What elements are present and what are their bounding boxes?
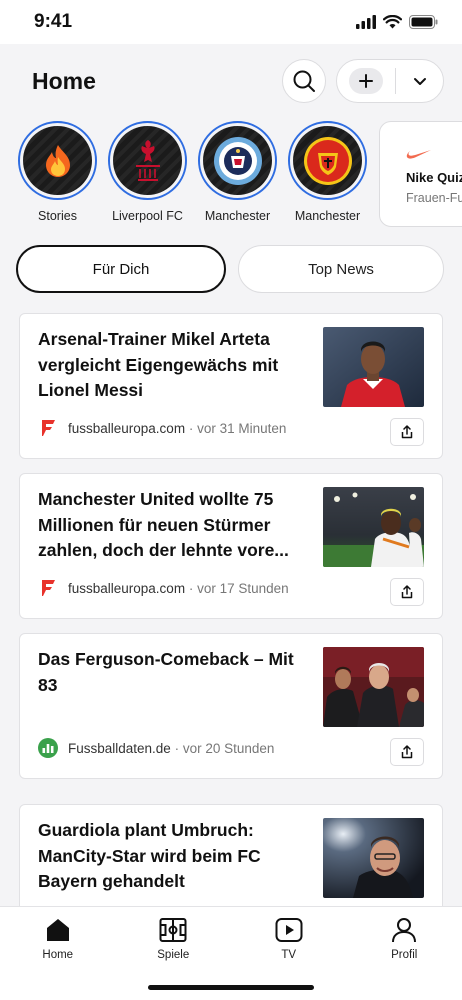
news-headline: Guardiola plant Umbruch: ManCity-Star wi… [38, 820, 261, 891]
story-label: Manchester [204, 209, 271, 223]
news-thumbnail [323, 487, 424, 567]
news-headline: Manchester United wollte 75 Millionen fü… [38, 489, 289, 560]
liverpool-crest-icon [135, 139, 160, 181]
tab-fuer-dich[interactable]: Für Dich [16, 245, 226, 293]
add-button[interactable] [337, 60, 395, 102]
header: Home [0, 59, 462, 103]
news-meta: Fussballdaten.de · vor 20 Stunden [38, 738, 274, 758]
news-thumbnail [323, 327, 424, 407]
fire-icon [45, 144, 70, 177]
tab-top-news[interactable]: Top News [238, 245, 444, 293]
stories-row: Stories Liverpool FC Manchester Manchest… [0, 121, 462, 227]
chevron-down-icon [413, 77, 426, 85]
news-meta: fussballeuropa.com · vor 31 Minuten [38, 418, 286, 438]
home-indicator[interactable] [148, 985, 314, 990]
share-icon [401, 745, 413, 759]
fussballeuropa-logo-icon [42, 420, 55, 436]
nav-label: Home [42, 949, 74, 961]
page-title: Home [32, 67, 96, 94]
wifi-icon [383, 15, 402, 29]
fussballeuropa-logo-icon [42, 580, 55, 596]
signal-icon [356, 15, 376, 29]
fussballdaten-logo-icon [38, 738, 58, 758]
news-thumbnail [323, 647, 424, 727]
search-icon [293, 70, 315, 92]
nav-profil[interactable]: Profil [347, 907, 462, 1000]
story-manchester-united[interactable]: Manchester [288, 121, 367, 227]
nike-quiz-subtitle: Frauen-Fußball [406, 191, 462, 205]
header-actions [282, 59, 444, 103]
nav-label: Spiele [157, 949, 190, 961]
news-thumbnail [323, 818, 424, 898]
news-headline: Das Ferguson-Comeback – Mit 83 [38, 649, 294, 695]
manutd-crest-icon [303, 136, 352, 185]
plus-icon [359, 74, 373, 88]
news-headline: Arsenal-Trainer Mikel Arteta vergleicht … [38, 329, 279, 400]
news-source: fussballeuropa.com · vor 31 Minuten [68, 420, 287, 436]
story-label: Stories [38, 209, 77, 223]
news-meta: fussballeuropa.com · vor 17 Stunden [38, 578, 289, 598]
pitch-icon [159, 918, 187, 942]
status-time: 9:41 [34, 11, 73, 32]
add-menu-group [336, 59, 444, 103]
news-feed: Arsenal-Trainer Mikel Arteta vergleicht … [0, 313, 462, 950]
nike-quiz-card[interactable]: Nike Quiz Frauen-Fußball [379, 121, 462, 227]
home-icon [46, 919, 69, 941]
story-stories[interactable]: Stories [18, 121, 97, 227]
story-manchester-city[interactable]: Manchester [198, 121, 277, 227]
status-bar: 9:41 [0, 0, 462, 44]
search-button[interactable] [282, 59, 326, 103]
play-icon [275, 918, 303, 942]
mancity-crest-icon [213, 136, 262, 185]
news-card[interactable]: Manchester United wollte 75 Millionen fü… [19, 473, 443, 619]
feed-tabs: Für Dich Top News [0, 245, 462, 293]
story-label: Liverpool FC [112, 209, 183, 223]
status-icons [356, 15, 438, 29]
nike-quiz-title: Nike Quiz [406, 170, 462, 185]
story-avatar [113, 126, 182, 195]
story-liverpool-fc[interactable]: Liverpool FC [108, 121, 187, 227]
nav-label: Profil [391, 949, 418, 961]
nike-swoosh-icon [406, 150, 431, 159]
share-icon [401, 425, 413, 439]
news-source: fussballeuropa.com · vor 17 Stunden [68, 580, 289, 596]
share-button[interactable] [390, 738, 424, 766]
dropdown-button[interactable] [396, 60, 443, 102]
news-card[interactable]: Arsenal-Trainer Mikel Arteta vergleicht … [19, 313, 443, 459]
news-card[interactable]: Das Ferguson-Comeback – Mit 83 Fussballd… [19, 633, 443, 779]
user-icon [392, 918, 417, 943]
story-label: Manchester [294, 209, 361, 223]
story-avatar [23, 126, 92, 195]
battery-icon [409, 15, 438, 29]
share-button[interactable] [390, 418, 424, 446]
nav-label: TV [281, 949, 297, 961]
nav-home[interactable]: Home [0, 907, 116, 1000]
story-avatar [203, 126, 272, 195]
news-source: Fussballdaten.de · vor 20 Stunden [68, 740, 275, 756]
share-button[interactable] [390, 578, 424, 606]
share-icon [401, 585, 413, 599]
story-avatar [293, 126, 362, 195]
